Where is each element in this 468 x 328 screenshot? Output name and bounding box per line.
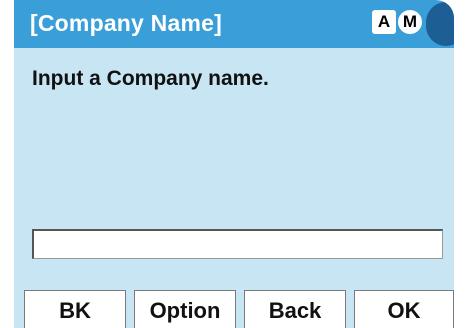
title-bar: [Company Name] A M (14, 0, 454, 48)
company-name-input[interactable] (32, 229, 443, 259)
input-prompt: Input a Company name. (32, 67, 269, 90)
status-pill-icon (426, 2, 454, 46)
softkey-bar: BK Option Back OK (14, 290, 454, 328)
indicator-a-icon: A (372, 10, 396, 34)
back-softkey[interactable]: Back (244, 290, 346, 328)
bk-softkey[interactable]: BK (24, 290, 126, 328)
phone-display: [Company Name] A M Input a Company name.… (14, 0, 454, 328)
screen-title: [Company Name] (30, 10, 222, 36)
ok-softkey[interactable]: OK (354, 290, 454, 328)
option-softkey[interactable]: Option (134, 290, 236, 328)
indicator-m-icon: M (398, 10, 422, 34)
